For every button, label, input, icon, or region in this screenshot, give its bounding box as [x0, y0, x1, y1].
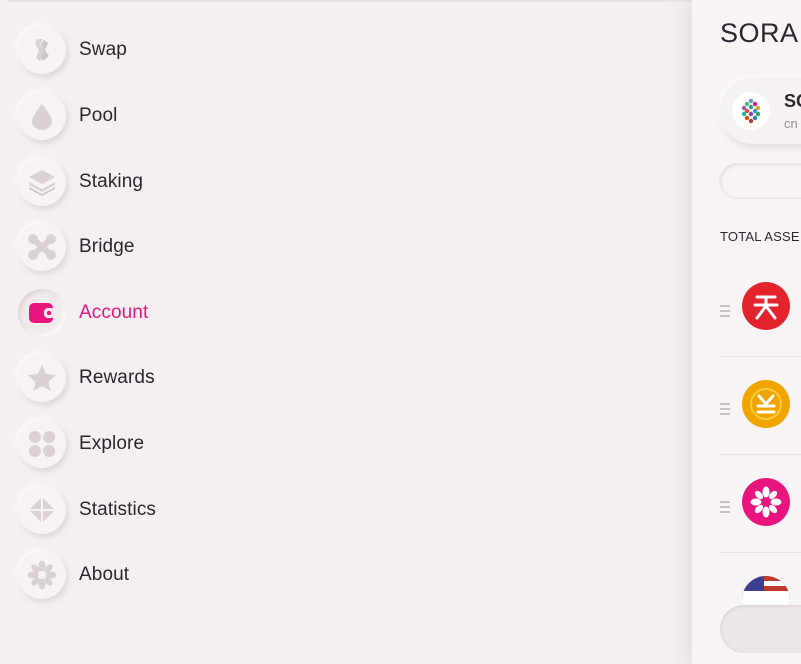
sidebar-item-label: Explore — [79, 433, 145, 454]
swap-icon — [18, 26, 66, 74]
search-input[interactable] — [720, 164, 801, 198]
sidebar-item-label: Rewards — [79, 367, 155, 388]
asset-row[interactable] — [720, 454, 801, 553]
flower-icon — [18, 551, 66, 599]
account-card[interactable]: SO cn — [720, 78, 801, 144]
drag-handle-icon[interactable] — [720, 305, 730, 320]
account-address: cn — [784, 116, 798, 131]
sidebar-item-label: Swap — [79, 39, 127, 60]
sidebar-item-label: About — [79, 564, 130, 585]
star-icon — [18, 354, 66, 402]
diamond-icon — [18, 486, 66, 534]
sidebar-item-staking[interactable]: Staking — [18, 156, 143, 208]
panel-title: SORA — [720, 18, 799, 48]
yen-asset-icon — [742, 380, 790, 428]
layers-icon — [18, 158, 66, 206]
asset-row[interactable] — [720, 258, 801, 357]
sidebar-item-about[interactable]: About — [18, 549, 129, 601]
account-avatar-icon — [732, 92, 770, 130]
sidebar-item-account[interactable]: Account — [18, 287, 148, 339]
sidebar-item-rewards[interactable]: Rewards — [18, 352, 155, 404]
sora-flower-asset-icon — [742, 478, 790, 526]
sidebar-item-label: Bridge — [79, 236, 135, 257]
wallet-icon — [18, 289, 66, 337]
bottom-action-button[interactable] — [720, 605, 801, 653]
sidebar-item-label: Statistics — [79, 499, 157, 520]
bridge-icon — [18, 223, 66, 271]
tianjin-asset-icon — [742, 282, 790, 330]
sidebar-nav: Swap Pool Staking Bridge Account Rewards — [0, 0, 690, 664]
asset-row[interactable] — [720, 356, 801, 455]
sidebar-item-pool[interactable]: Pool — [18, 90, 117, 142]
account-name: SO — [784, 91, 801, 111]
sidebar-item-statistics[interactable]: Statistics — [18, 484, 156, 536]
sidebar-item-label: Staking — [79, 171, 144, 192]
drop-icon — [18, 92, 66, 140]
sidebar-item-explore[interactable]: Explore — [18, 418, 144, 470]
drag-handle-icon[interactable] — [720, 501, 730, 516]
drag-handle-icon[interactable] — [720, 403, 730, 418]
grid-icon — [18, 420, 66, 468]
sidebar-item-swap[interactable]: Swap — [18, 24, 127, 76]
total-assets-label: TOTAL ASSE — [720, 229, 800, 244]
sidebar-item-label: Pool — [79, 105, 118, 126]
sidebar-item-bridge[interactable]: Bridge — [18, 221, 135, 273]
sidebar-item-label: Account — [79, 302, 149, 323]
account-panel: SORA SO cn TOTAL ASSE — [692, 0, 801, 664]
